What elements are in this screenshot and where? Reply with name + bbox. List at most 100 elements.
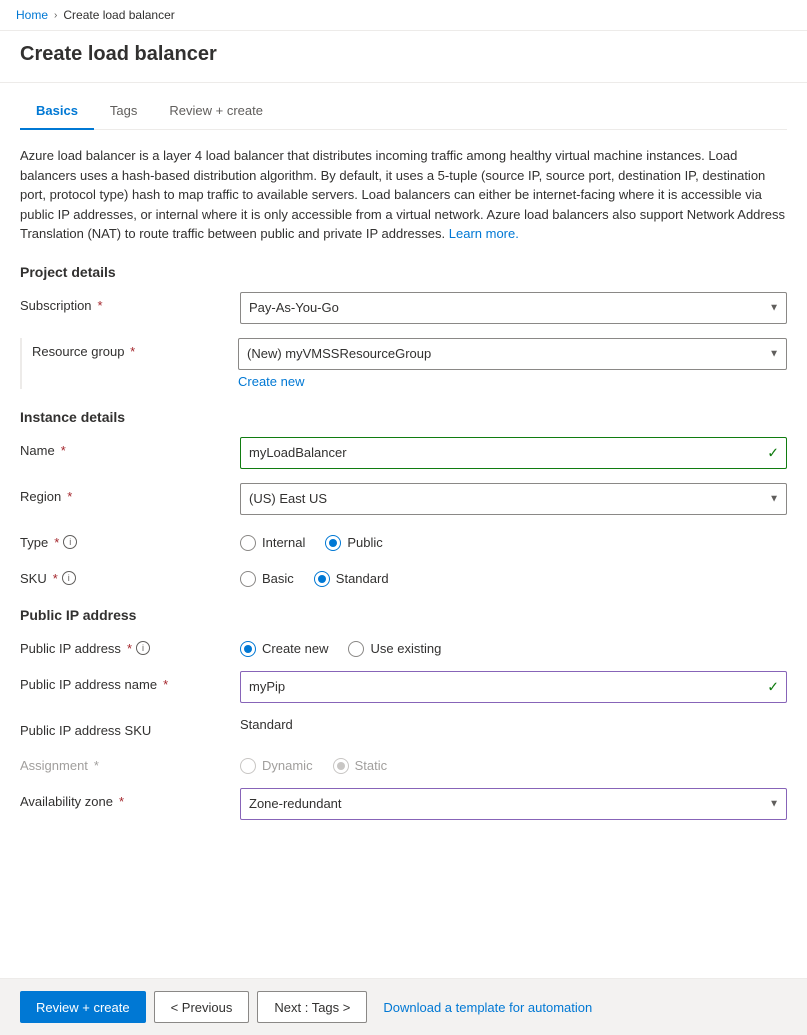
resource-group-select-wrapper: (New) myVMSSResourceGroup ▼ [238, 338, 787, 370]
public-ip-sku-label: Public IP address SKU [20, 717, 240, 738]
create-new-label: Create new [262, 641, 328, 656]
public-ip-address-label: Public IP address * i [20, 635, 240, 656]
sku-basic-label: Basic [262, 571, 294, 586]
type-info-icon[interactable]: i [63, 535, 77, 549]
footer: Review + create < Previous Next : Tags >… [0, 978, 807, 1035]
breadcrumb-separator: › [54, 10, 57, 21]
sku-info-icon[interactable]: i [62, 571, 76, 585]
public-ip-name-check-icon: ✓ [767, 678, 779, 695]
content-area: Basics Tags Review + create Azure load b… [0, 83, 807, 916]
sku-radio-group: Basic Standard [240, 565, 787, 587]
public-ip-name-row: Public IP address name * ✓ [20, 671, 787, 703]
rg-left-border [20, 338, 24, 389]
public-ip-sku-row: Public IP address SKU Standard [20, 717, 787, 738]
sku-basic-option[interactable]: Basic [240, 571, 294, 587]
assignment-control: Dynamic Static [240, 752, 787, 774]
learn-more-link[interactable]: Learn more. [449, 226, 519, 241]
public-ip-address-row: Public IP address * i Create new Use exi… [20, 635, 787, 657]
resource-group-control: (New) myVMSSResourceGroup ▼ Create new [238, 338, 787, 389]
use-existing-radio[interactable] [348, 641, 364, 657]
assignment-label: Assignment * [20, 752, 240, 773]
public-ip-sku-value: Standard [240, 711, 293, 732]
assignment-static-label: Static [355, 758, 388, 773]
create-new-option[interactable]: Create new [240, 641, 328, 657]
next-button[interactable]: Next : Tags > [257, 991, 367, 1023]
sku-standard-label: Standard [336, 571, 389, 586]
review-create-button[interactable]: Review + create [20, 991, 146, 1023]
instance-details-title: Instance details [20, 409, 787, 425]
breadcrumb: Home › Create load balancer [0, 0, 807, 31]
sku-required: * [53, 571, 58, 586]
name-input-wrapper: ✓ [240, 437, 787, 469]
public-ip-info-icon[interactable]: i [136, 641, 150, 655]
name-input[interactable] [240, 437, 787, 469]
public-ip-name-control: ✓ [240, 671, 787, 703]
sku-standard-option[interactable]: Standard [314, 571, 389, 587]
subscription-label: Subscription * [20, 292, 240, 313]
tab-tags[interactable]: Tags [94, 95, 153, 130]
public-ip-name-input[interactable] [240, 671, 787, 703]
subscription-row: Subscription * Pay-As-You-Go ▼ [20, 292, 787, 324]
breadcrumb-home[interactable]: Home [16, 8, 48, 22]
region-select[interactable]: (US) East US [240, 483, 787, 515]
tab-review[interactable]: Review + create [153, 95, 279, 130]
resource-group-select[interactable]: (New) myVMSSResourceGroup [238, 338, 787, 370]
automation-link[interactable]: Download a template for automation [383, 1000, 592, 1015]
create-new-radio[interactable] [240, 641, 256, 657]
sku-basic-radio[interactable] [240, 571, 256, 587]
sku-standard-radio[interactable] [314, 571, 330, 587]
availability-zone-control: Zone-redundant ▼ [240, 788, 787, 820]
create-new-rg-link[interactable]: Create new [238, 374, 304, 389]
assignment-dynamic-radio[interactable] [240, 758, 256, 774]
type-internal-option[interactable]: Internal [240, 535, 305, 551]
resource-group-row: Resource group * (New) myVMSSResourceGro… [20, 338, 787, 389]
region-control: (US) East US ▼ [240, 483, 787, 515]
previous-button[interactable]: < Previous [154, 991, 250, 1023]
assignment-static-radio[interactable] [333, 758, 349, 774]
availability-zone-select[interactable]: Zone-redundant [240, 788, 787, 820]
rg-required: * [130, 344, 135, 359]
type-public-option[interactable]: Public [325, 535, 382, 551]
region-required: * [67, 489, 72, 504]
name-required: * [61, 443, 66, 458]
public-ip-sku-control: Standard [240, 717, 787, 732]
region-select-wrapper: (US) East US ▼ [240, 483, 787, 515]
assignment-radio-group: Dynamic Static [240, 752, 787, 774]
availability-zone-row: Availability zone * Zone-redundant ▼ [20, 788, 787, 820]
description: Azure load balancer is a layer 4 load ba… [20, 146, 787, 244]
public-ip-address-control: Create new Use existing [240, 635, 787, 657]
public-ip-radio-group: Create new Use existing [240, 635, 787, 657]
project-details-title: Project details [20, 264, 787, 280]
name-control: ✓ [240, 437, 787, 469]
type-public-radio[interactable] [325, 535, 341, 551]
name-label: Name * [20, 437, 240, 458]
sku-control: Basic Standard [240, 565, 787, 587]
public-ip-title: Public IP address [20, 607, 787, 623]
subscription-select[interactable]: Pay-As-You-Go [240, 292, 787, 324]
type-label: Type * i [20, 529, 240, 550]
subscription-control: Pay-As-You-Go ▼ [240, 292, 787, 324]
public-ip-required: * [127, 641, 132, 656]
type-row: Type * i Internal Public [20, 529, 787, 551]
availability-zone-required: * [119, 794, 124, 809]
assignment-dynamic-label: Dynamic [262, 758, 313, 773]
use-existing-option[interactable]: Use existing [348, 641, 441, 657]
sku-label: SKU * i [20, 565, 240, 586]
page-title: Create load balancer [20, 43, 787, 66]
breadcrumb-current: Create load balancer [63, 8, 174, 22]
use-existing-label: Use existing [370, 641, 441, 656]
subscription-select-wrapper: Pay-As-You-Go ▼ [240, 292, 787, 324]
name-check-icon: ✓ [767, 444, 779, 461]
assignment-dynamic-option[interactable]: Dynamic [240, 758, 313, 774]
public-ip-name-required: * [163, 677, 168, 692]
assignment-static-option[interactable]: Static [333, 758, 388, 774]
public-ip-name-label: Public IP address name * [20, 671, 240, 692]
tab-basics[interactable]: Basics [20, 95, 94, 130]
availability-zone-select-wrapper: Zone-redundant ▼ [240, 788, 787, 820]
region-row: Region * (US) East US ▼ [20, 483, 787, 515]
resource-group-label: Resource group * [32, 338, 238, 359]
type-public-label: Public [347, 535, 382, 550]
subscription-required: * [98, 298, 103, 313]
type-required: * [54, 535, 59, 550]
type-internal-radio[interactable] [240, 535, 256, 551]
